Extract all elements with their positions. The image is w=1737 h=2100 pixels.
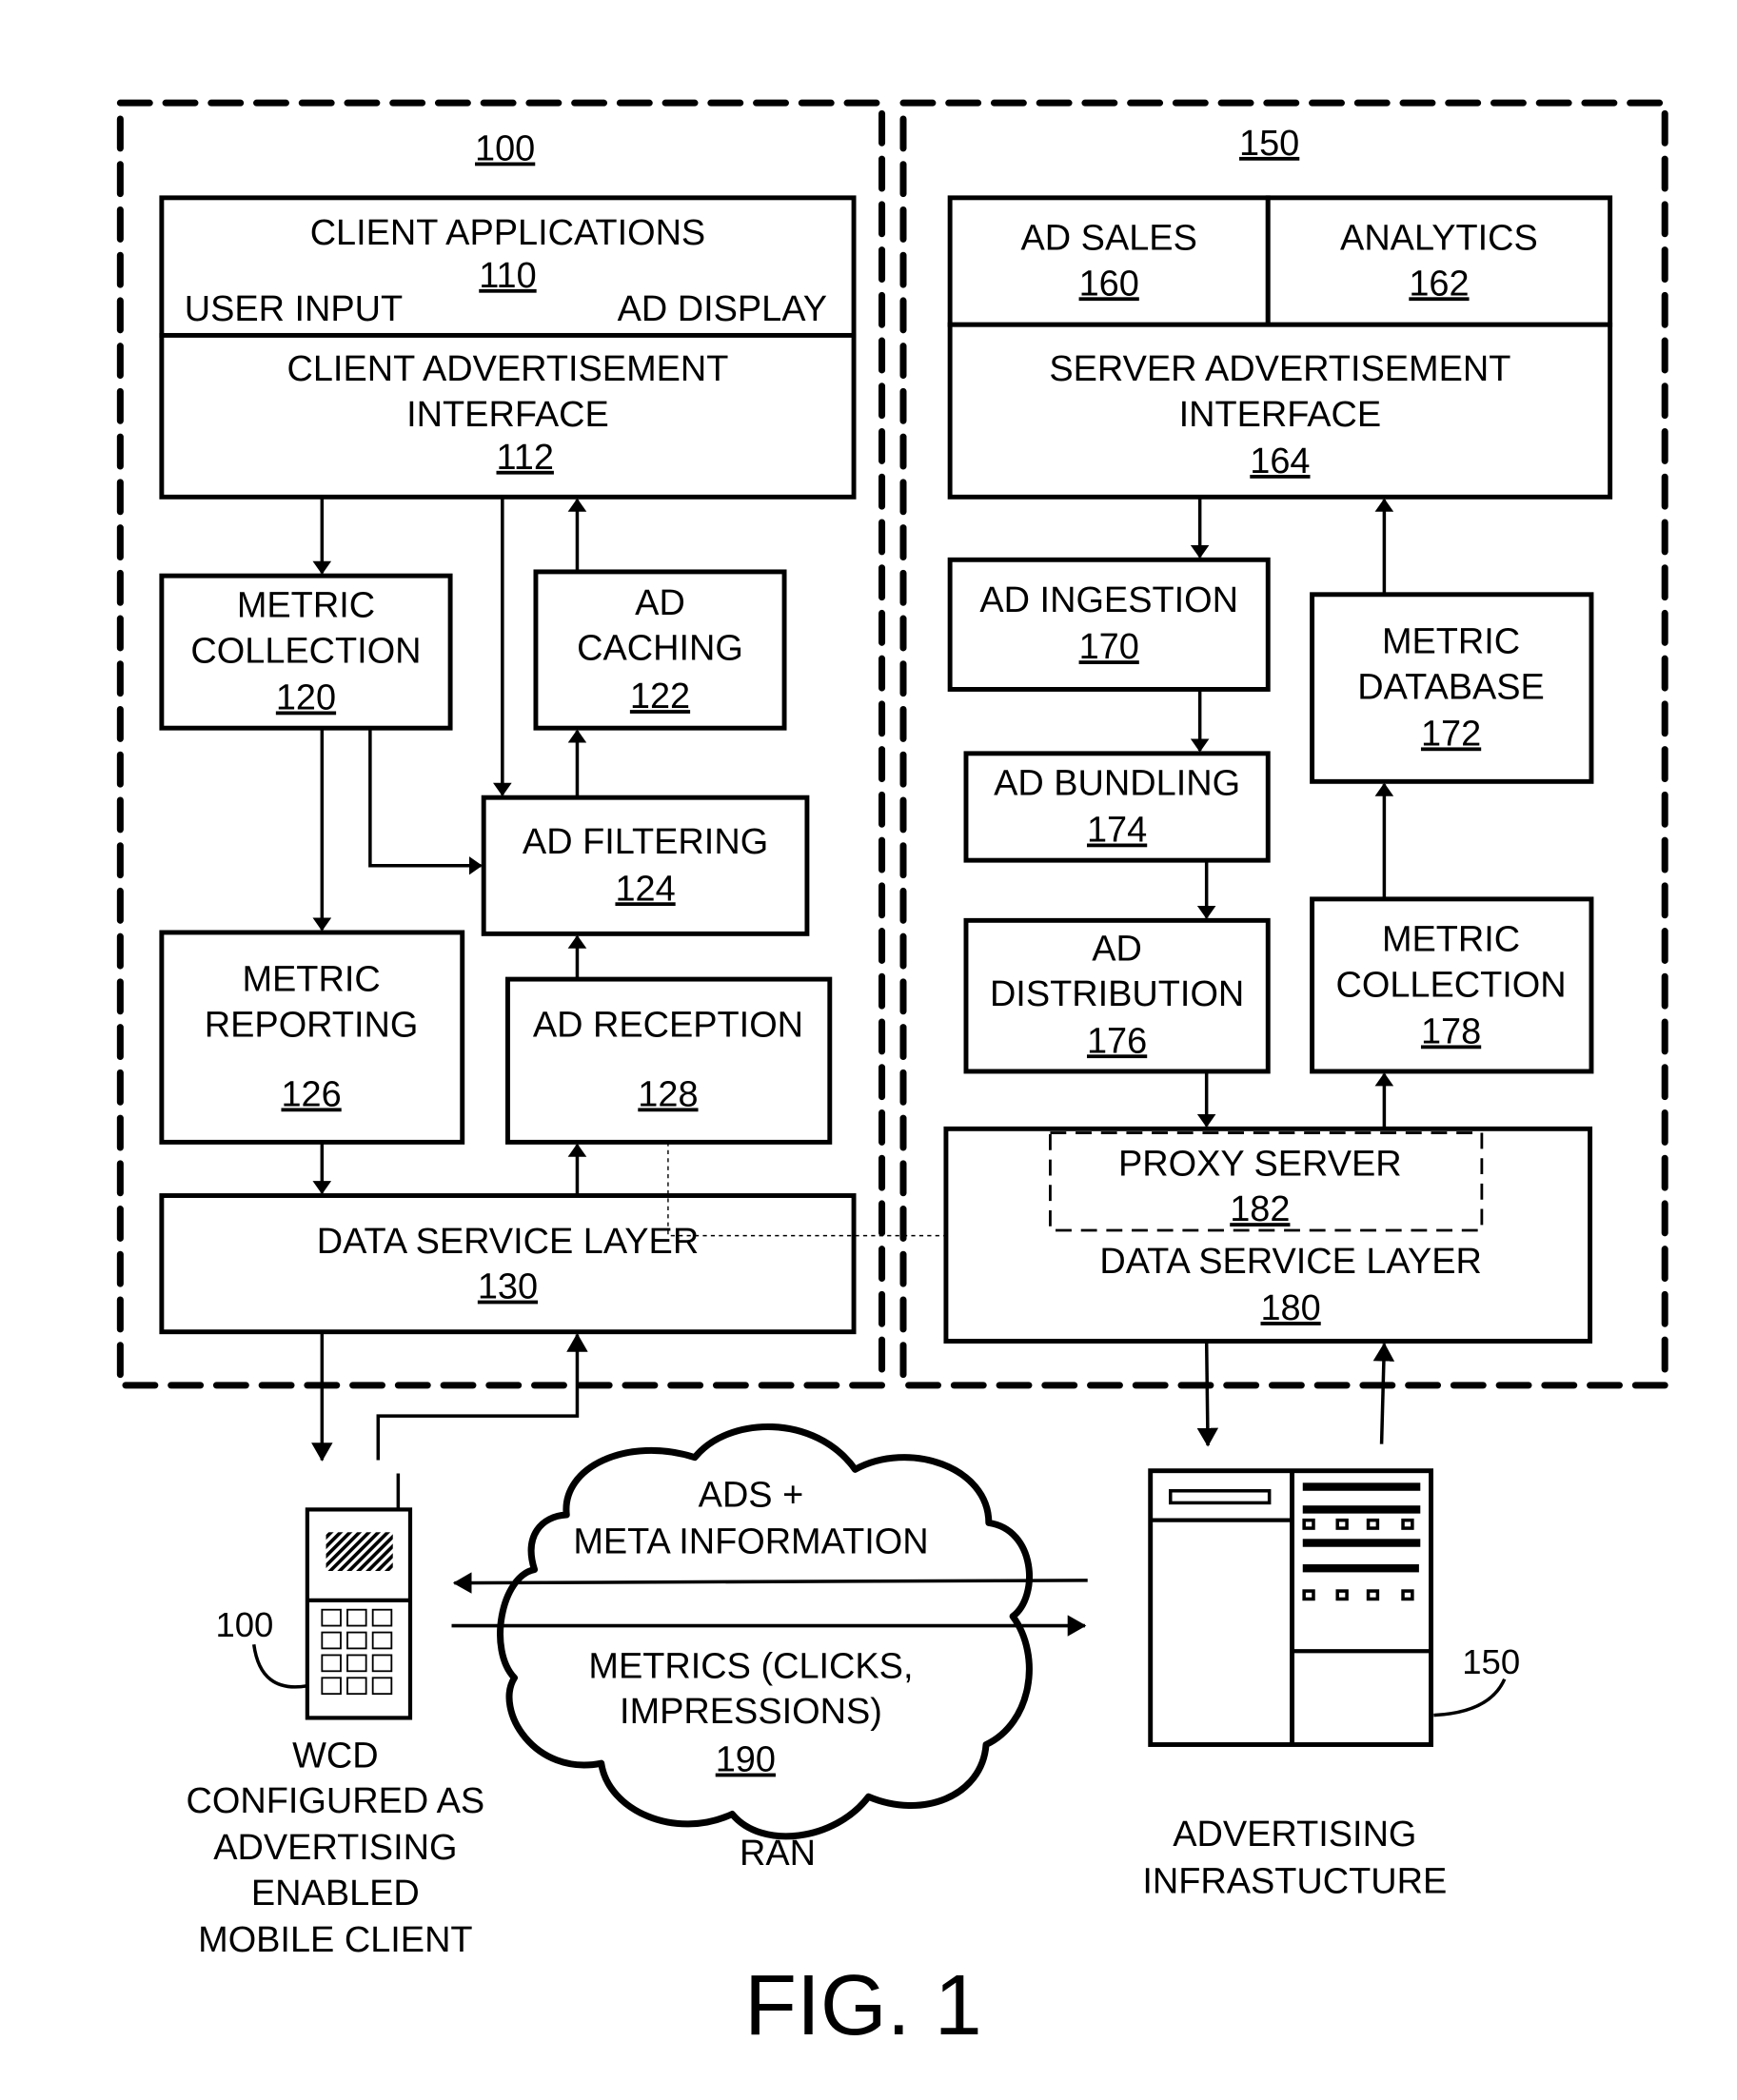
ad-sales-ref: 160 (1079, 264, 1139, 304)
network-bottom-line1: METRICS (CLICKS, (588, 1646, 913, 1686)
metric-reporting-line1: METRIC (242, 960, 380, 1000)
metric-database-block[interactable]: METRIC DATABASE 172 (1310, 592, 1594, 784)
device-ref: 100 (215, 1605, 273, 1644)
metric-database-line1: METRIC (1382, 622, 1520, 662)
ad-distribution-line2: DISTRIBUTION (990, 974, 1244, 1014)
ad-distribution-block[interactable]: AD DISTRIBUTION 176 (963, 917, 1271, 1074)
mobile-phone-icon (251, 1473, 413, 1720)
network-caption: RAN (740, 1834, 816, 1874)
network-top-line1: ADS + (699, 1476, 804, 1516)
ad-caching-line2: CACHING (577, 629, 743, 669)
server-group-ref: 150 (1239, 124, 1299, 164)
analytics-ref: 162 (1409, 264, 1469, 304)
metric-database-line2: DATABASE (1357, 667, 1545, 707)
server-ad-interface-line1: SERVER ADVERTISEMENT (1049, 349, 1510, 389)
ad-filtering-block[interactable]: AD FILTERING 124 (481, 795, 810, 936)
ad-filtering-line1: AD FILTERING (523, 822, 768, 862)
data-service-layer-server-line1: DATA SERVICE LAYER (1099, 1242, 1482, 1282)
ad-bundling-block[interactable]: AD BUNDLING 174 (963, 751, 1271, 863)
metric-collection-server-line2: COLLECTION (1336, 965, 1567, 1005)
data-service-layer-client-block[interactable]: DATA SERVICE LAYER 130 (159, 1193, 857, 1335)
device-caption-line: WCD (292, 1736, 379, 1776)
data-service-layer-server-block[interactable]: PROXY SERVER 182 DATA SERVICE LAYER 180 (943, 1126, 1593, 1344)
infrastructure-ref: 150 (1462, 1642, 1520, 1681)
ad-caching-line1: AD (635, 583, 685, 623)
ad-ingestion-block[interactable]: AD INGESTION 170 (947, 557, 1271, 692)
data-service-layer-server-ref: 180 (1260, 1288, 1320, 1328)
device-caption-line: ADVERTISING (213, 1828, 457, 1868)
ad-sales-block[interactable]: AD SALES 160 (947, 195, 1271, 327)
ad-reception-ref: 128 (638, 1074, 698, 1114)
analytics-line1: ANALYTICS (1340, 219, 1538, 259)
analytics-block[interactable]: ANALYTICS 162 (1265, 195, 1613, 327)
metric-collection-client-line2: COLLECTION (190, 631, 421, 671)
ad-distribution-line1: AD (1092, 929, 1142, 969)
metric-collection-client-ref: 120 (276, 678, 336, 718)
server-ad-interface-block[interactable]: SERVER ADVERTISEMENT INTERFACE 164 (947, 322, 1613, 500)
metric-collection-server-ref: 178 (1421, 1011, 1481, 1051)
server-ad-interface-ref: 164 (1250, 442, 1310, 481)
figure-label: FIG. 1 (744, 1958, 982, 2053)
client-ad-interface-line2: INTERFACE (406, 395, 609, 435)
proxy-server-ref: 182 (1230, 1189, 1290, 1229)
client-applications-ref: 110 (479, 256, 536, 296)
ad-reception-line1: AD RECEPTION (533, 1005, 803, 1045)
client-ad-interface-ref: 112 (497, 438, 554, 478)
ad-display-label: AD DISPLAY (618, 289, 827, 329)
network-ref: 190 (716, 1740, 776, 1780)
ad-distribution-ref: 176 (1087, 1021, 1147, 1061)
metric-reporting-line2: REPORTING (205, 1005, 419, 1045)
ad-bundling-ref: 174 (1087, 811, 1147, 851)
data-service-layer-client-line1: DATA SERVICE LAYER (317, 1222, 700, 1262)
server-ad-interface-line2: INTERFACE (1179, 395, 1382, 435)
client-applications-title: CLIENT APPLICATIONS (310, 213, 706, 253)
ad-filtering-ref: 124 (615, 869, 675, 909)
proxy-server-line1[interactable]: PROXY SERVER (1118, 1144, 1402, 1184)
ad-bundling-line1: AD BUNDLING (994, 763, 1240, 803)
client-ad-interface-block[interactable]: CLIENT ADVERTISEMENT INTERFACE 112 (159, 332, 857, 500)
network-top-line2: META INFORMATION (573, 1522, 928, 1562)
phone-screen (326, 1532, 393, 1571)
data-service-layer-client-ref: 130 (478, 1267, 538, 1307)
ad-ingestion-ref: 170 (1079, 627, 1139, 667)
metric-collection-server-line1: METRIC (1382, 920, 1520, 960)
client-group-ref: 100 (475, 129, 535, 169)
ad-sales-line1: AD SALES (1021, 219, 1197, 259)
network-bottom-line2: IMPRESSIONS) (620, 1692, 882, 1732)
metric-database-ref: 172 (1421, 714, 1481, 754)
metric-reporting-block[interactable]: METRIC REPORTING 126 (159, 930, 465, 1145)
ad-reception-block[interactable]: AD RECEPTION 128 (505, 976, 833, 1145)
device-caption-line: ENABLED (251, 1874, 420, 1914)
metric-reporting-ref: 126 (281, 1074, 341, 1114)
device-caption: WCD CONFIGURED AS ADVERTISING ENABLED MO… (187, 1736, 485, 1960)
metric-collection-client-line1: METRIC (237, 586, 375, 626)
device-caption-line: CONFIGURED AS (187, 1781, 485, 1821)
metric-collection-server-block[interactable]: METRIC COLLECTION 178 (1310, 896, 1594, 1074)
device-caption-line: MOBILE CLIENT (198, 1920, 472, 1960)
client-ad-interface-line1: CLIENT ADVERTISEMENT (287, 349, 729, 389)
metric-collection-client-block[interactable]: METRIC COLLECTION 120 (159, 573, 453, 731)
user-input-label: USER INPUT (185, 289, 403, 329)
ad-ingestion-line1: AD INGESTION (979, 580, 1238, 620)
fig1-diagram: 100 150 CLIENT APPLICATIONS 110 USER INP… (116, 99, 1668, 2053)
infrastructure-caption-line: INFRASTUCTURE (1142, 1861, 1447, 1901)
server-rack-icon (1148, 1468, 1507, 1747)
infrastructure-caption-line: ADVERTISING (1173, 1815, 1416, 1855)
ad-caching-block[interactable]: AD CACHING 122 (533, 569, 787, 731)
client-applications-block[interactable]: CLIENT APPLICATIONS 110 USER INPUT AD DI… (159, 195, 857, 338)
ad-caching-ref: 122 (630, 677, 690, 716)
